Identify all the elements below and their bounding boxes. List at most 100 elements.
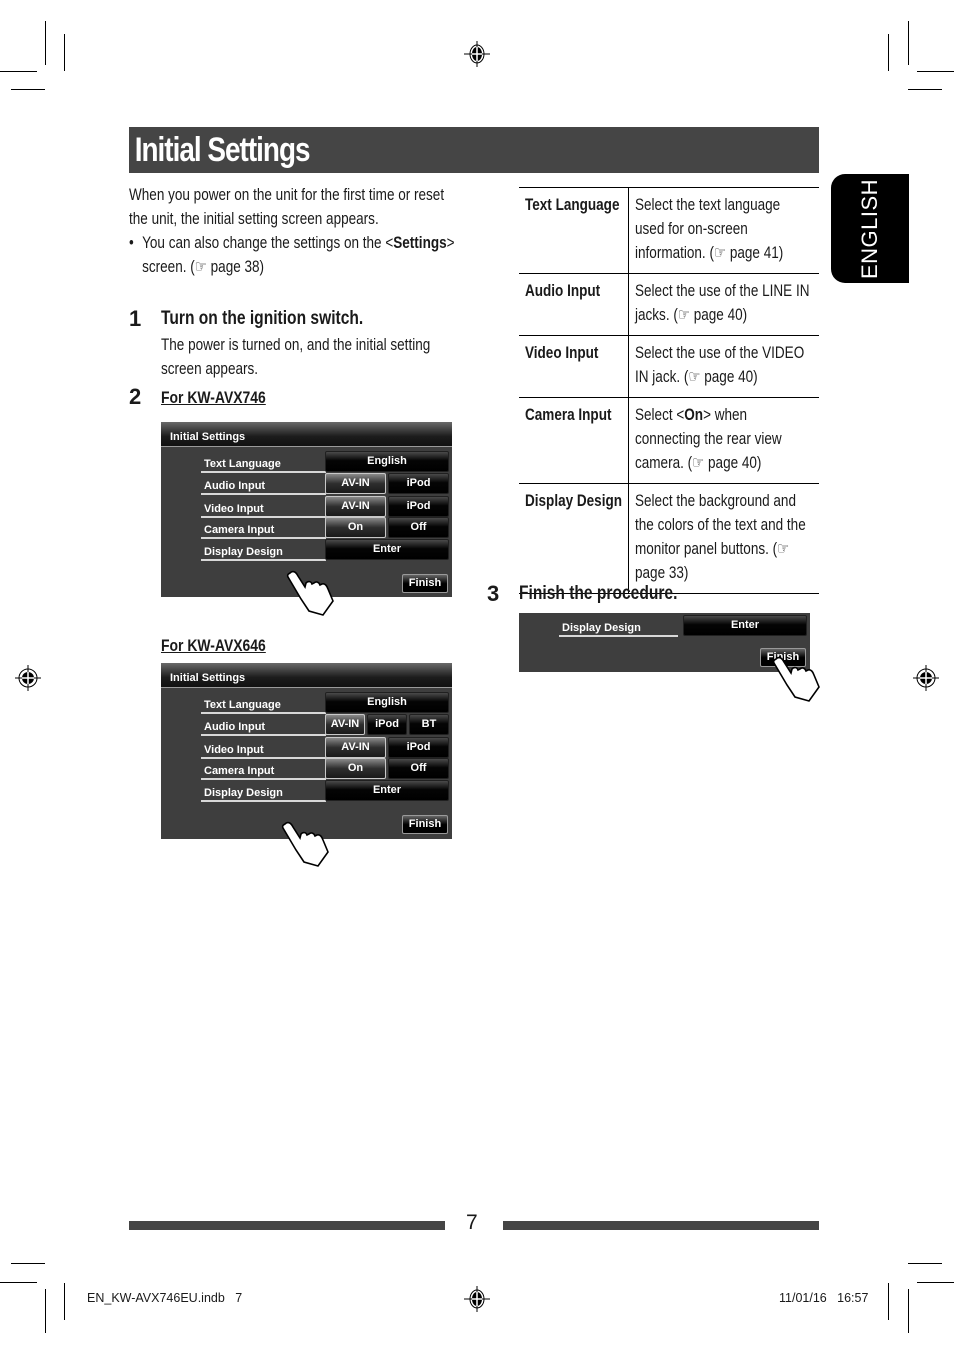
crop-mark [908, 89, 942, 90]
option-group: Enter [325, 780, 449, 801]
option-group: On Off [325, 517, 449, 538]
bullet-text: > [446, 234, 455, 252]
language-tab: ENGLISH [831, 174, 909, 283]
option-button-off[interactable]: Off [388, 517, 449, 538]
crop-mark [45, 1289, 46, 1333]
term-text: Display Design [525, 492, 623, 510]
setting-label: Display Design [559, 617, 678, 637]
crop-mark [888, 1283, 889, 1320]
option-button-english[interactable]: English [325, 692, 449, 713]
footer-rule [503, 1221, 819, 1230]
crop-mark [64, 1283, 65, 1320]
option-button-ipod[interactable]: iPod [388, 737, 449, 758]
table-term: Text Language [519, 187, 629, 274]
language-tab-label: ENGLISH [857, 178, 882, 279]
slug-filename: EN_KW-AVX746EU.indb 7 [87, 1291, 243, 1305]
setting-label: Display Design [201, 541, 326, 561]
setting-label: Camera Input [201, 519, 326, 539]
step-line: The power is turned on, and the initial … [161, 336, 431, 354]
option-group: English [325, 451, 449, 472]
step-title: Turn on the ignition switch. [161, 308, 364, 329]
description-fragment: On [684, 406, 704, 424]
option-button-on[interactable]: On [325, 517, 386, 538]
registration-mark-icon [464, 41, 490, 67]
registration-mark-icon [913, 665, 939, 691]
bullet-text: screen. (☞ page 38) [142, 258, 265, 276]
pointing-hand-icon [772, 656, 820, 702]
option-button-off[interactable]: Off [388, 758, 449, 779]
option-group: AV-IN iPod [325, 737, 449, 758]
table-row: Audio Input Select the use of the LINE IN… [519, 273, 819, 336]
bullet-icon: • [129, 234, 134, 252]
option-group: On Off [325, 758, 449, 779]
table-term: Display Design [519, 483, 629, 594]
finish-screen: Display Design Enter Finish [519, 613, 810, 672]
crop-mark [908, 1263, 942, 1264]
setting-label: Text Language [201, 694, 326, 714]
description-text: Select <On> when connecting the rear vie… [635, 403, 813, 475]
setting-label: Video Input [201, 739, 326, 759]
step-line: screen appears. [161, 360, 259, 378]
option-button-ipod[interactable]: iPod [388, 473, 449, 494]
description-fragment: Select < [635, 406, 685, 424]
step-description: The power is turned on, and the initial … [161, 333, 430, 381]
description-text: Select the text language used for on-scr… [635, 196, 784, 262]
option-button-ipod[interactable]: iPod [367, 714, 407, 735]
table-term: Video Input [519, 335, 629, 398]
setting-label: Display Design [201, 782, 326, 802]
finish-button[interactable]: Finish [402, 574, 448, 593]
intro-line: the unit, the initial setting screen app… [129, 210, 379, 228]
step-title: Finish the procedure. [519, 583, 678, 604]
term-text: Video Input [525, 344, 599, 362]
table-term: Camera Input [519, 397, 629, 484]
option-button-av-in[interactable]: AV-IN [325, 737, 386, 758]
crop-mark [64, 34, 65, 71]
finish-button[interactable]: Finish [402, 815, 448, 834]
step-number: 3 [487, 581, 500, 606]
option-button-av-in[interactable]: AV-IN [325, 473, 386, 494]
table-description: Select the use of the LINE IN jacks. (☞ … [628, 273, 819, 336]
option-button-bt[interactable]: BT [409, 714, 449, 735]
crop-mark [888, 34, 889, 71]
registration-mark-icon [15, 665, 41, 691]
step-number: 1 [129, 306, 142, 331]
option-button-enter[interactable]: Enter [325, 539, 449, 560]
crop-mark [11, 1263, 45, 1264]
crop-mark [908, 21, 909, 65]
option-group: AV-IN iPod BT [325, 714, 449, 735]
enter-button[interactable]: Enter [683, 615, 807, 636]
crop-mark [45, 21, 46, 65]
option-button-av-in[interactable]: AV-IN [325, 714, 365, 735]
option-button-av-in[interactable]: AV-IN [325, 496, 386, 517]
footer-rule [129, 1221, 445, 1230]
table-description: Select the background and the colors of … [628, 483, 819, 594]
pointing-hand-icon [281, 821, 329, 867]
slug-datetime: 11/01/16 16:57 [779, 1291, 869, 1305]
option-group: Enter [325, 539, 449, 560]
initial-settings-screen-kw-avx646: Initial Settings Text Language English Aud… [161, 663, 452, 839]
settings-description-table: Text Language Select the text language us… [519, 187, 819, 594]
table-description: Select <On> when connecting the rear vie… [628, 397, 819, 484]
setting-row: Video Input AV-IN iPod [201, 496, 449, 518]
table-row: Display Design Select the background and … [519, 483, 819, 594]
table-description: Select the use of the VIDEO IN jack. (☞ … [628, 335, 819, 398]
description-text: Select the use of the VIDEO IN jack. (☞ … [635, 344, 805, 386]
option-group: AV-IN iPod [325, 496, 449, 517]
setting-row: Audio Input AV-IN iPod BT [201, 714, 449, 736]
option-button-on[interactable]: On [325, 758, 386, 779]
term-text: Camera Input [525, 406, 612, 424]
intro-bullet: • You can also change the settings on the… [129, 231, 455, 279]
option-button-ipod[interactable]: iPod [388, 496, 449, 517]
setting-row: Camera Input On Off [201, 758, 449, 780]
option-group: English [325, 692, 449, 713]
table-row: Text Language Select the text language us… [519, 187, 819, 274]
pointing-hand-icon [286, 570, 334, 616]
settings-link[interactable]: Settings [393, 234, 446, 252]
crop-mark [11, 89, 45, 90]
setting-row: Text Language English [201, 692, 449, 714]
option-button-enter[interactable]: Enter [325, 780, 449, 801]
option-button-english[interactable]: English [325, 451, 449, 472]
option-group: AV-IN iPod [325, 473, 449, 494]
table-row: Camera Input Select <On> when connecting … [519, 397, 819, 484]
page-title: Initial Settings [134, 131, 311, 169]
